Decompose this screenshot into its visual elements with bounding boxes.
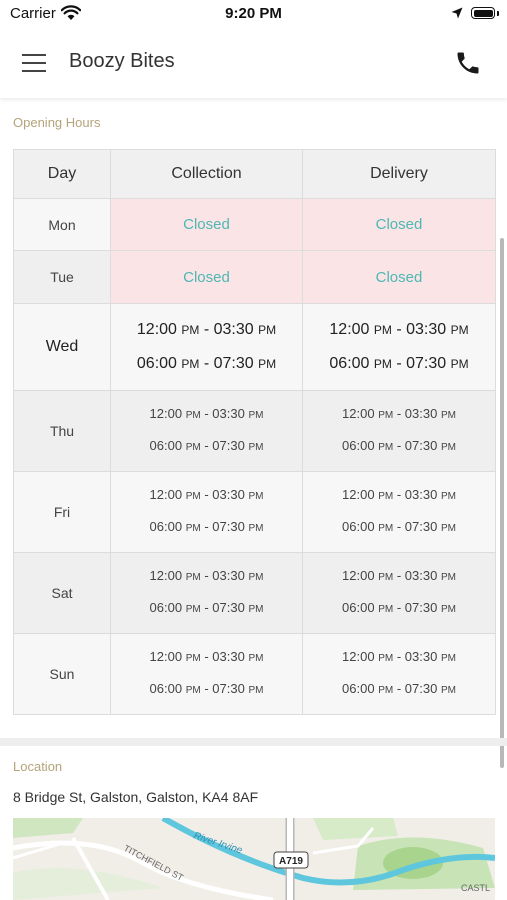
time-slot: 12:00 PM - 03:30 PM — [342, 406, 456, 421]
scrollbar[interactable] — [500, 238, 504, 768]
table-header-row: Day Collection Delivery — [13, 149, 496, 199]
collection-hours: 12:00 PM - 03:30 PM 06:00 PM - 07:30 PM — [110, 303, 303, 391]
time-slot: 06:00 PM - 07:30 PM — [149, 438, 264, 453]
battery-tip — [497, 11, 499, 16]
time-slot: 12:00 PM - 03:30 PM — [342, 649, 456, 664]
collection-hours: 12:00 PM - 03:30 PM 06:00 PM - 07:30 PM — [110, 390, 303, 472]
collection-hours: 12:00 PM - 03:30 PM 06:00 PM - 07:30 PM — [110, 471, 303, 553]
collection-closed: Closed — [110, 198, 303, 251]
status-bar: Carrier 9:20 PM — [0, 0, 507, 28]
collection-hours: 12:00 PM - 03:30 PM 06:00 PM - 07:30 PM — [110, 552, 303, 634]
page-title: Boozy Bites — [69, 50, 175, 72]
time-slot: 12:00 PM - 03:30 PM — [329, 321, 469, 338]
delivery-hours: 12:00 PM - 03:30 PM 06:00 PM - 07:30 PM — [302, 552, 496, 634]
clock: 9:20 PM — [225, 5, 282, 22]
day-cell: Mon — [13, 198, 111, 251]
time-slot: 12:00 PM - 03:30 PM — [149, 568, 264, 583]
opening-hours-table: Day Collection Delivery Mon Closed Close… — [13, 149, 496, 715]
time-slot: 12:00 PM - 03:30 PM — [342, 487, 456, 502]
time-slot: 12:00 PM - 03:30 PM — [136, 321, 277, 338]
delivery-closed: Closed — [302, 198, 496, 251]
delivery-hours: 12:00 PM - 03:30 PM 06:00 PM - 07:30 PM — [302, 633, 496, 715]
header-day: Day — [13, 149, 111, 199]
day-cell: Fri — [13, 471, 111, 553]
collection-hours: 12:00 PM - 03:30 PM 06:00 PM - 07:30 PM — [110, 633, 303, 715]
collection-closed: Closed — [110, 250, 303, 304]
time-slot: 06:00 PM - 07:30 PM — [342, 519, 456, 534]
address-text: 8 Bridge St, Galston, Galston, KA4 8AF — [13, 789, 259, 805]
location-map[interactable]: River Irvine A719 TITCHFIELD ST CASTL — [13, 818, 495, 900]
phone-icon[interactable] — [454, 49, 482, 77]
location-arrow-icon — [451, 7, 463, 19]
table-row: Sat 12:00 PM - 03:30 PM 06:00 PM - 07:30… — [13, 552, 496, 634]
time-slot: 06:00 PM - 07:30 PM — [136, 355, 277, 372]
time-slot: 12:00 PM - 03:30 PM — [149, 649, 264, 664]
time-slot: 06:00 PM - 07:30 PM — [149, 519, 264, 534]
table-row-today: Wed 12:00 PM - 03:30 PM 06:00 PM - 07:30… — [13, 303, 496, 391]
header-delivery: Delivery — [302, 149, 496, 199]
delivery-hours: 12:00 PM - 03:30 PM 06:00 PM - 07:30 PM — [302, 471, 496, 553]
time-slot: 06:00 PM - 07:30 PM — [149, 600, 264, 615]
section-divider — [0, 738, 507, 746]
map-edge-label: CASTL — [461, 883, 490, 893]
hamburger-menu-icon[interactable] — [22, 52, 48, 74]
time-slot: 06:00 PM - 07:30 PM — [342, 438, 456, 453]
header-collection: Collection — [110, 149, 303, 199]
day-cell: Thu — [13, 390, 111, 472]
time-slot: 12:00 PM - 03:30 PM — [149, 487, 264, 502]
time-slot: 06:00 PM - 07:30 PM — [342, 600, 456, 615]
time-slot: 06:00 PM - 07:30 PM — [342, 681, 456, 696]
table-row: Fri 12:00 PM - 03:30 PM 06:00 PM - 07:30… — [13, 471, 496, 553]
table-row: Sun 12:00 PM - 03:30 PM 06:00 PM - 07:30… — [13, 633, 496, 715]
table-row: Thu 12:00 PM - 03:30 PM 06:00 PM - 07:30… — [13, 390, 496, 472]
time-slot: 06:00 PM - 07:30 PM — [329, 355, 469, 372]
time-slot: 12:00 PM - 03:30 PM — [342, 568, 456, 583]
delivery-closed: Closed — [302, 250, 496, 304]
day-cell: Sun — [13, 633, 111, 715]
location-label: Location — [13, 759, 63, 774]
time-slot: 06:00 PM - 07:30 PM — [149, 681, 264, 696]
opening-hours-label: Opening Hours — [13, 115, 101, 130]
day-cell: Sat — [13, 552, 111, 634]
table-row: Tue Closed Closed — [13, 250, 496, 304]
battery-icon — [471, 7, 495, 19]
day-cell: Wed — [13, 303, 111, 391]
delivery-hours: 12:00 PM - 03:30 PM 06:00 PM - 07:30 PM — [302, 390, 496, 472]
time-slot: 12:00 PM - 03:30 PM — [149, 406, 264, 421]
map-road-badge: A719 — [279, 856, 303, 867]
map-graphic: River Irvine A719 TITCHFIELD ST CASTL — [13, 818, 495, 900]
nav-bar: Boozy Bites — [0, 28, 507, 98]
delivery-hours: 12:00 PM - 03:30 PM 06:00 PM - 07:30 PM — [302, 303, 496, 391]
table-row: Mon Closed Closed — [13, 198, 496, 251]
day-cell: Tue — [13, 250, 111, 304]
